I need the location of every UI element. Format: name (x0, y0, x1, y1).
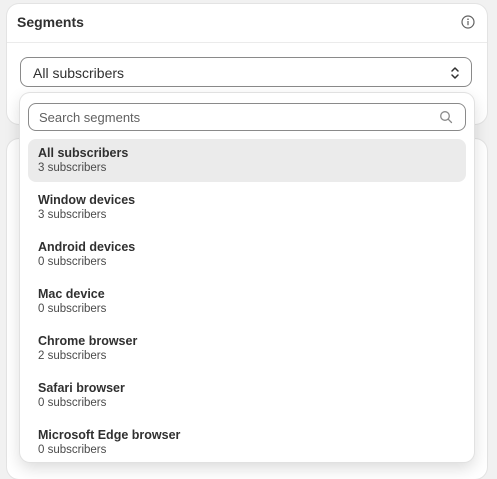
segment-option-all-subscribers[interactable]: All subscribers 3 subscribers (28, 139, 466, 182)
segment-option-name: Chrome browser (38, 334, 138, 348)
segment-option-count: 3 subscribers (38, 209, 107, 221)
segment-option-chrome-browser[interactable]: Chrome browser 2 subscribers (28, 327, 466, 370)
segments-card-header: Segments (7, 4, 487, 43)
search-input[interactable] (39, 109, 419, 125)
info-icon[interactable] (461, 15, 475, 29)
segment-option-name: Safari browser (38, 381, 125, 395)
segment-option-name: Android devices (38, 240, 136, 254)
segment-option-window-devices[interactable]: Window devices 3 subscribers (28, 186, 466, 229)
segment-option-android-devices[interactable]: Android devices 0 subscribers (28, 233, 466, 276)
segment-select[interactable]: All subscribers (20, 57, 472, 87)
chevron-up-down-icon (449, 65, 461, 81)
segment-option-microsoft-edge-browser[interactable]: Microsoft Edge browser 0 subscribers (28, 421, 466, 462)
segment-option-name: Microsoft Edge browser (38, 428, 181, 442)
segment-option-count: 0 subscribers (38, 397, 107, 409)
segment-dropdown: All subscribers 3 subscribers Window dev… (20, 93, 474, 462)
search-field[interactable] (28, 103, 466, 131)
segment-option-count: 0 subscribers (38, 303, 107, 315)
segment-option-name: Window devices (38, 193, 136, 207)
segment-option-safari-browser[interactable]: Safari browser 0 subscribers (28, 374, 466, 417)
segment-option-count: 2 subscribers (38, 350, 107, 362)
search-icon (439, 110, 453, 124)
segment-option-count: 0 subscribers (38, 444, 107, 456)
segments-title: Segments (17, 14, 84, 30)
segment-option-count: 0 subscribers (38, 256, 107, 268)
segment-option-name: Mac device (38, 287, 105, 301)
segment-option-mac-device[interactable]: Mac device 0 subscribers (28, 280, 466, 323)
segment-option-count: 3 subscribers (38, 162, 107, 174)
segment-select-value: All subscribers (33, 65, 125, 81)
segment-option-name: All subscribers (38, 146, 129, 160)
segment-list: All subscribers 3 subscribers Window dev… (28, 139, 466, 462)
